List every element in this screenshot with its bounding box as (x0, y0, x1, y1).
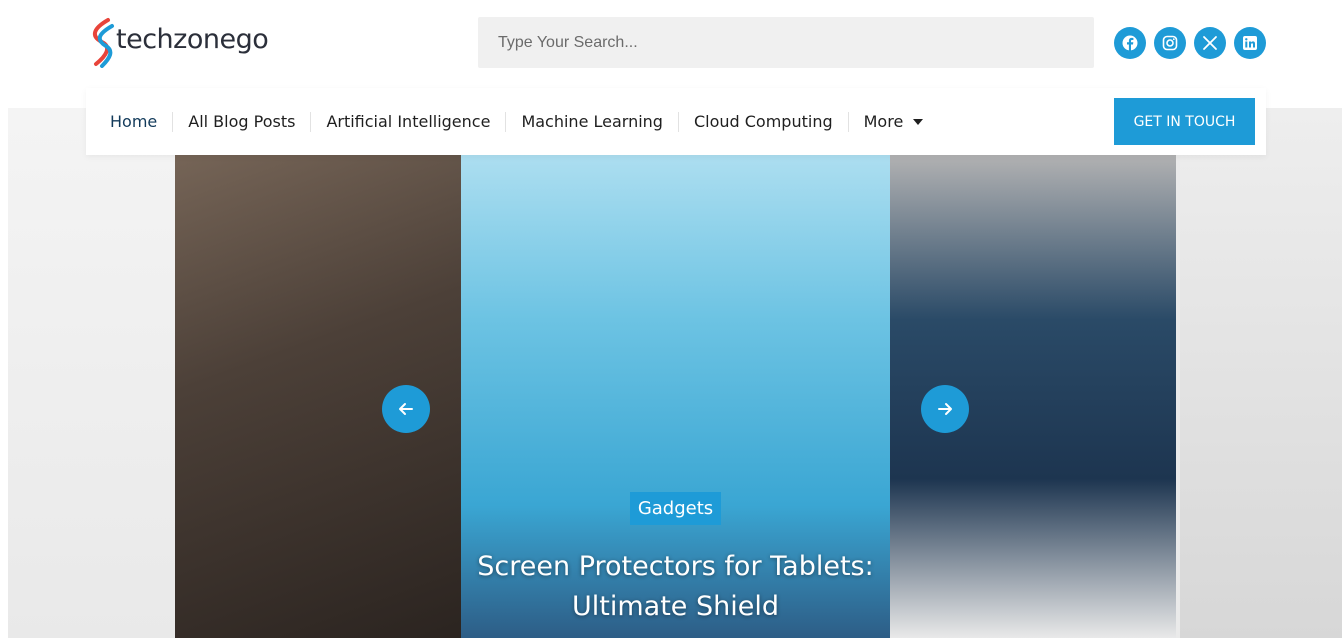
social-links (1114, 27, 1266, 59)
nav-item-artificial-intelligence[interactable]: Artificial Intelligence (310, 111, 505, 132)
instagram-icon (1162, 35, 1178, 51)
slide-shopping[interactable] (1180, 108, 1342, 638)
logo-text: techzonego (116, 23, 269, 55)
get-in-touch-button[interactable]: GET IN TOUCH (1114, 98, 1255, 145)
slider-next-button[interactable] (921, 385, 969, 433)
nav-item-all-blog-posts[interactable]: All Blog Posts (172, 111, 310, 132)
nav-item-label: Artificial Intelligence (326, 111, 491, 131)
featured-slider: Gadgets Screen Protectors for Tablets: U… (8, 108, 1342, 638)
nav-item-label: More (863, 111, 904, 131)
arrow-left-icon (399, 403, 413, 415)
main-nav: Home All Blog Posts Artificial Intellige… (86, 88, 1266, 155)
nav-item-machine-learning[interactable]: Machine Learning (505, 111, 678, 132)
site-header: techzonego (0, 0, 1342, 88)
slide-title[interactable]: Screen Protectors for Tablets: Ultimate … (461, 547, 890, 627)
linkedin-icon (1243, 36, 1257, 50)
nav-menu: Home All Blog Posts Artificial Intellige… (86, 111, 939, 132)
active-slide-caption: Gadgets Screen Protectors for Tablets: U… (461, 492, 890, 627)
instagram-link[interactable] (1154, 27, 1186, 59)
x-icon (1203, 36, 1217, 50)
nav-item-label: All Blog Posts (188, 111, 296, 131)
logo-text-suffix: go (235, 23, 269, 55)
search-input[interactable] (478, 17, 1094, 68)
nav-item-cloud-computing[interactable]: Cloud Computing (677, 111, 848, 132)
arrow-right-icon (938, 403, 952, 415)
nav-item-home[interactable]: Home (95, 112, 172, 132)
caret-down-icon (913, 118, 924, 125)
slide-doorbell[interactable] (8, 108, 176, 638)
nav-item-label: Machine Learning (521, 111, 663, 131)
nav-item-more[interactable]: More (847, 111, 939, 132)
slide-phone-store[interactable] (890, 108, 1176, 638)
nav-item-label: Cloud Computing (693, 111, 833, 131)
facebook-icon (1122, 35, 1138, 51)
linkedin-link[interactable] (1234, 27, 1266, 59)
x-link[interactable] (1194, 27, 1226, 59)
slider-prev-button[interactable] (382, 385, 430, 433)
logo-text-main: techzone (116, 23, 236, 55)
facebook-link[interactable] (1114, 27, 1146, 59)
site-logo[interactable]: techzonego (86, 14, 296, 70)
slide-earbuds[interactable] (175, 108, 461, 638)
category-badge[interactable]: Gadgets (629, 492, 722, 525)
nav-item-label: Home (110, 111, 158, 131)
